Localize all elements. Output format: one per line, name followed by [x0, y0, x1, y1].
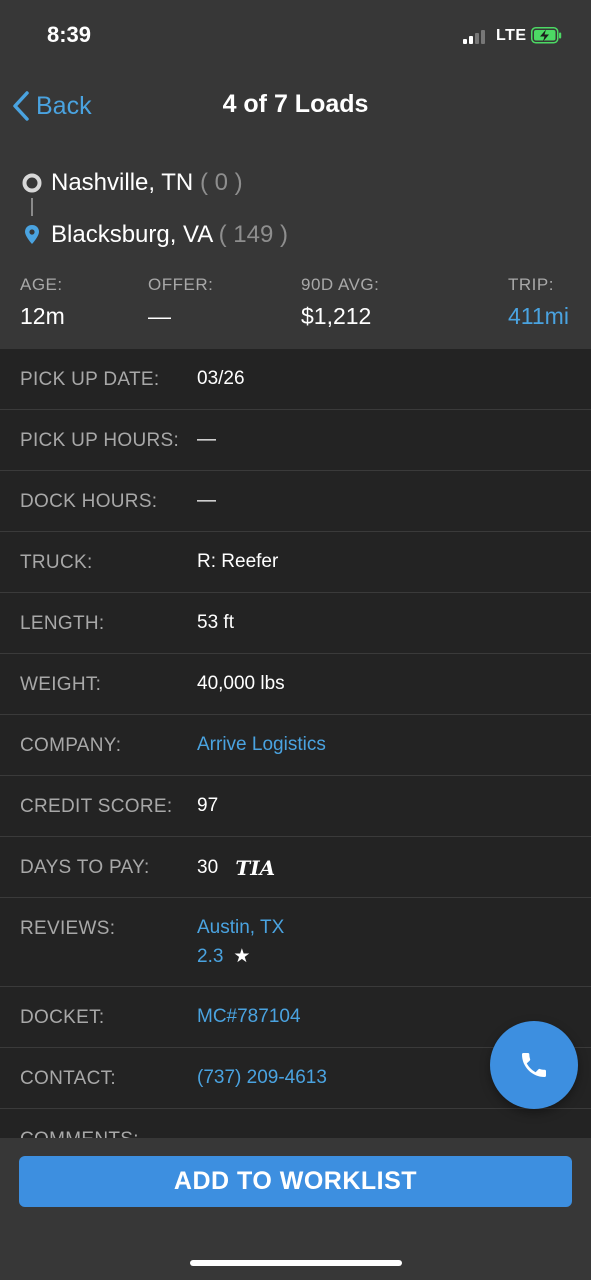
- route: Nashville, TN ( 0 ) Blacksburg, VA ( 149…: [22, 168, 562, 272]
- reviews-link[interactable]: Austin, TX 2.3 ★: [197, 917, 284, 968]
- detail-row-days-to-pay: DAYS TO PAY: 30 TIA: [0, 837, 591, 898]
- phone-icon: [522, 1053, 546, 1077]
- star-icon: ★: [233, 946, 251, 967]
- battery-charging-icon: [531, 27, 562, 44]
- origin-deadhead: ( 0 ): [199, 169, 243, 196]
- stat-age: AGE: 12m: [20, 275, 65, 329]
- detail-row-reviews: REVIEWS: Austin, TX 2.3 ★: [0, 898, 591, 987]
- origin-city: Nashville, TN: [51, 169, 194, 196]
- page-title: 4 of 7 Loads: [222, 90, 369, 118]
- bottom-action-bar: ADD TO WORKLIST: [0, 1138, 591, 1280]
- destination-city: Blacksburg, VA: [51, 221, 212, 248]
- detail-row-dock-hours: DOCK HOURS: —: [0, 471, 591, 532]
- status-bar: 8:39 LTE: [0, 0, 591, 70]
- detail-row-truck: TRUCK: R: Reefer: [0, 532, 591, 593]
- detail-row-weight: WEIGHT: 40,000 lbs: [0, 654, 591, 715]
- tia-logo: TIA: [235, 856, 276, 880]
- stat-offer: OFFER: —: [148, 275, 214, 329]
- days-to-pay-value: 30: [197, 857, 219, 879]
- reviews-rating: 2.3: [197, 946, 224, 967]
- load-summary-header: Back 4 of 7 Loads Nashville, TN ( 0 ) Bl…: [0, 70, 591, 349]
- trip-distance-link[interactable]: 411mi: [508, 303, 569, 330]
- docket-link[interactable]: MC#787104: [197, 1006, 301, 1028]
- company-link[interactable]: Arrive Logistics: [197, 734, 326, 756]
- route-connector: [31, 198, 33, 216]
- detail-row-credit-score: CREDIT SCORE: 97: [0, 776, 591, 837]
- call-button[interactable]: [490, 1021, 578, 1109]
- signal-icon: [463, 30, 491, 44]
- stat-90d-avg: 90D AVG: $1,212: [301, 275, 380, 329]
- detail-row-pickup-date: PICK UP DATE: 03/26: [0, 349, 591, 410]
- detail-row-comments: COMMENTS:: [0, 1109, 591, 1139]
- destination-row: Blacksburg, VA ( 149 ): [22, 220, 562, 272]
- origin-row: Nashville, TN ( 0 ): [22, 168, 562, 220]
- stat-trip: TRIP: 411mi: [508, 275, 569, 330]
- reviews-location: Austin, TX: [197, 917, 285, 938]
- home-indicator[interactable]: [190, 1260, 402, 1266]
- detail-row-company: COMPANY: Arrive Logistics: [0, 715, 591, 776]
- detail-row-pickup-hours: PICK UP HOURS: —: [0, 410, 591, 471]
- origin-circle-icon: [22, 173, 42, 193]
- load-details-list[interactable]: PICK UP DATE: 03/26 PICK UP HOURS: — DOC…: [0, 349, 591, 1139]
- detail-row-length: LENGTH: 53 ft: [0, 593, 591, 654]
- contact-phone-link[interactable]: (737) 209-4613: [197, 1067, 327, 1089]
- status-time: 8:39: [47, 22, 92, 47]
- add-to-worklist-button[interactable]: ADD TO WORKLIST: [19, 1156, 572, 1207]
- map-pin-icon: [25, 225, 39, 244]
- network-label: LTE: [496, 27, 527, 44]
- destination-deadhead: ( 149 ): [218, 221, 289, 248]
